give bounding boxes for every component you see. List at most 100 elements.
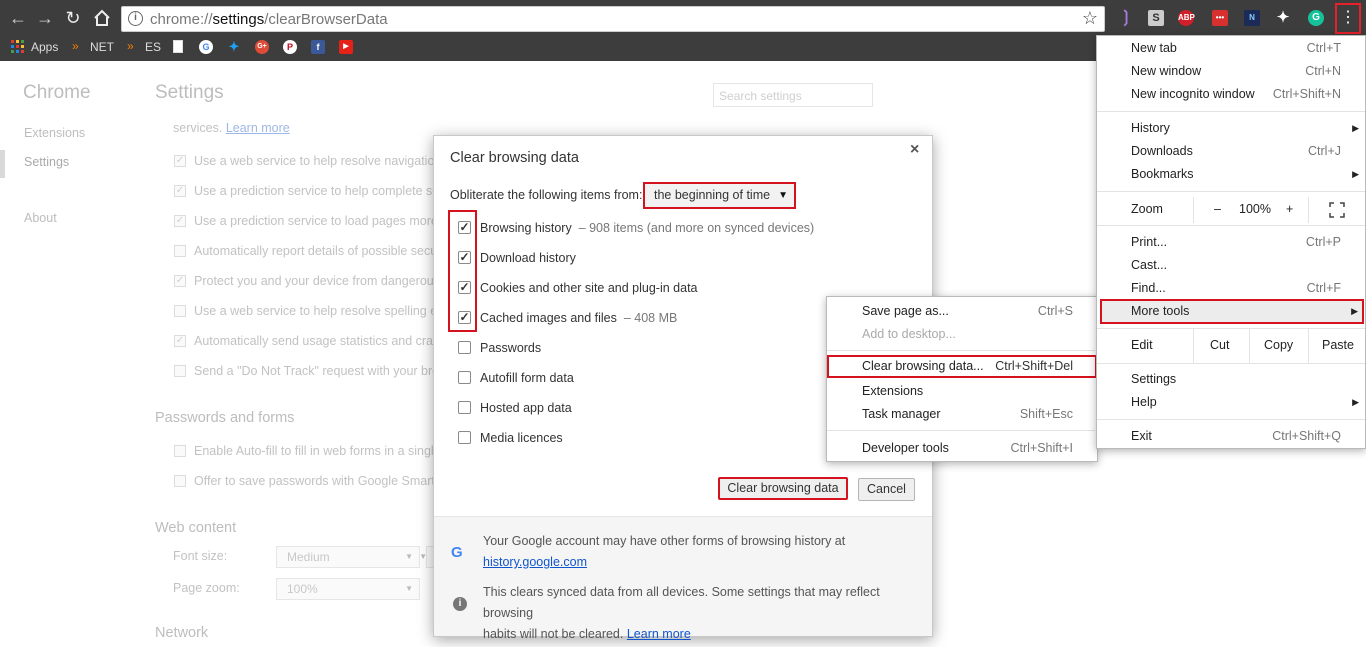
intro-text: services. Learn more (173, 121, 290, 135)
star-icon[interactable]: ☆ (1082, 8, 1098, 29)
pinterest-icon[interactable]: P (283, 40, 297, 54)
hosted-app-data-checkbox[interactable] (458, 401, 471, 414)
cast-item[interactable]: Cast... (1097, 254, 1365, 277)
sidebar-selected-marker (0, 150, 5, 178)
dropdown-arrow-icon: ▼ (778, 190, 788, 201)
font-size-select[interactable]: Medium (276, 546, 420, 568)
browsing-history-checkbox[interactable]: ✓ (458, 221, 471, 234)
twitter-icon[interactable]: ✦ (227, 40, 241, 54)
bookmark-es[interactable]: ES (145, 37, 161, 61)
chrome-menu-icon[interactable]: ⋮ (1335, 3, 1361, 34)
checkbox[interactable]: ✓ (174, 215, 186, 227)
puzzle-extension-icon[interactable]: ✦ (1275, 10, 1291, 26)
task-manager-item[interactable]: Task manager Shift+Esc (827, 403, 1097, 426)
submenu-arrow-icon: ▶ (1351, 306, 1358, 316)
extensions-item[interactable]: Extensions (827, 380, 1097, 403)
autofill-label: Autofill form data (480, 371, 574, 385)
sidebar-item-settings[interactable]: Settings (24, 155, 69, 169)
back-arrow-icon[interactable]: ← (5, 0, 31, 37)
web-content-heading: Web content (155, 520, 237, 536)
n-extension-icon[interactable]: N (1244, 10, 1260, 26)
bookmarks-item[interactable]: Bookmarks ▶ (1097, 163, 1365, 186)
developer-tools-item[interactable]: Developer tools Ctrl+Shift+I (827, 437, 1097, 460)
youtube-icon[interactable]: ▶ (339, 40, 353, 54)
checkbox[interactable]: ✓ (174, 275, 186, 287)
home-icon[interactable] (92, 8, 112, 31)
print-item[interactable]: Print... Ctrl+P (1097, 231, 1365, 254)
search-settings-input[interactable]: Search settings (713, 83, 873, 107)
font-size-label: Font size: (173, 549, 228, 563)
fullscreen-icon[interactable] (1329, 202, 1345, 226)
find-item[interactable]: Find... Ctrl+F (1097, 277, 1365, 300)
info-icon[interactable]: i (128, 11, 143, 26)
new-incognito-item[interactable]: New incognito window Ctrl+Shift+N (1097, 83, 1365, 106)
media-licences-checkbox[interactable] (458, 431, 471, 444)
download-history-checkbox[interactable]: ✓ (458, 251, 471, 264)
new-tab-item[interactable]: New tab Ctrl+T (1097, 37, 1365, 60)
page-zoom-select[interactable]: 100% (276, 578, 420, 600)
browsing-history-label: Browsing history – 908 items (and more o… (480, 221, 815, 235)
clear-browsing-data-item[interactable]: Clear browsing data... Ctrl+Shift+Del (827, 355, 1097, 378)
grammarly-icon[interactable]: G (1308, 10, 1324, 26)
sidebar-item-about[interactable]: About (24, 211, 57, 225)
info-icon: i (453, 597, 467, 611)
cut-button[interactable]: Cut (1210, 334, 1229, 357)
history-google-link[interactable]: history.google.com (483, 555, 587, 569)
paste-button[interactable]: Paste (1322, 334, 1354, 357)
forward-arrow-icon[interactable]: → (32, 0, 58, 37)
time-range-select[interactable]: the beginning of time ▼ (643, 182, 796, 209)
google-icon[interactable]: G (199, 40, 213, 54)
facebook-icon[interactable]: f (311, 40, 325, 54)
close-icon[interactable]: × (910, 141, 919, 159)
exit-item[interactable]: Exit Ctrl+Shift+Q (1097, 425, 1365, 448)
checkbox[interactable] (174, 445, 186, 457)
more-tools-submenu: Save page as... Ctrl+S Add to desktop... … (826, 296, 1098, 462)
passwords-checkbox[interactable] (458, 341, 471, 354)
settings-item[interactable]: Settings (1097, 368, 1365, 391)
sidebar-item-extensions[interactable]: Extensions (24, 126, 85, 140)
page-icon[interactable] (173, 40, 183, 53)
reload-icon[interactable]: ↻ (60, 0, 86, 37)
checkbox[interactable]: ✓ (174, 335, 186, 347)
cookies-checkbox[interactable]: ✓ (458, 281, 471, 294)
privacy-row: Use a prediction service to help complet… (194, 184, 447, 198)
learn-more-link[interactable]: Learn more (627, 627, 691, 641)
learn-more-link[interactable]: Learn more (226, 121, 290, 135)
bookmark-net[interactable]: NET (90, 37, 114, 61)
zoom-in-button[interactable]: + (1286, 198, 1293, 221)
menu-separator (1097, 225, 1365, 226)
submenu-arrow-icon: ▶ (1352, 397, 1359, 407)
cookies-label: Cookies and other site and plug-in data (480, 281, 698, 295)
cancel-button[interactable]: Cancel (858, 478, 915, 501)
privacy-row: Automatically send usage statistics and … (194, 334, 447, 348)
passwords-label: Passwords (480, 341, 542, 355)
clear-browsing-data-button[interactable]: Clear browsing data (718, 477, 848, 500)
s-extension-icon[interactable]: S (1148, 10, 1164, 26)
google-plus-icon[interactable]: G+ (255, 40, 269, 54)
privacy-row: Send a "Do Not Track" request with your … (194, 364, 446, 378)
checkbox[interactable]: ✓ (174, 185, 186, 197)
cached-images-checkbox[interactable]: ✓ (458, 311, 471, 324)
submenu-arrow-icon: ▶ (1352, 169, 1359, 179)
copy-button[interactable]: Copy (1264, 334, 1293, 357)
checkbox[interactable] (174, 365, 186, 377)
adblock-plus-icon[interactable]: ABP (1178, 10, 1195, 26)
more-tools-item[interactable]: More tools ▶ (1100, 299, 1364, 324)
save-page-item[interactable]: Save page as... Ctrl+S (827, 300, 1097, 323)
hosted-app-data-label: Hosted app data (480, 401, 572, 415)
checkbox[interactable] (174, 245, 186, 257)
help-item[interactable]: Help ▶ (1097, 391, 1365, 414)
google-g-icon: G (451, 544, 463, 561)
downloads-item[interactable]: Downloads Ctrl+J (1097, 140, 1365, 163)
bookmark-apps[interactable]: Apps (31, 37, 58, 61)
address-bar[interactable]: i chrome://settings/clearBrowserData ☆ (121, 6, 1105, 32)
red-dots-extension-icon[interactable]: ••• (1212, 10, 1228, 26)
history-item[interactable]: History ▶ (1097, 117, 1365, 140)
zoom-out-button[interactable]: – (1214, 198, 1221, 221)
checkbox[interactable] (174, 305, 186, 317)
feather-extension-icon[interactable]: ❳ (1118, 10, 1134, 26)
autofill-checkbox[interactable] (458, 371, 471, 384)
checkbox[interactable] (174, 475, 186, 487)
checkbox[interactable]: ✓ (174, 155, 186, 167)
new-window-item[interactable]: New window Ctrl+N (1097, 60, 1365, 83)
